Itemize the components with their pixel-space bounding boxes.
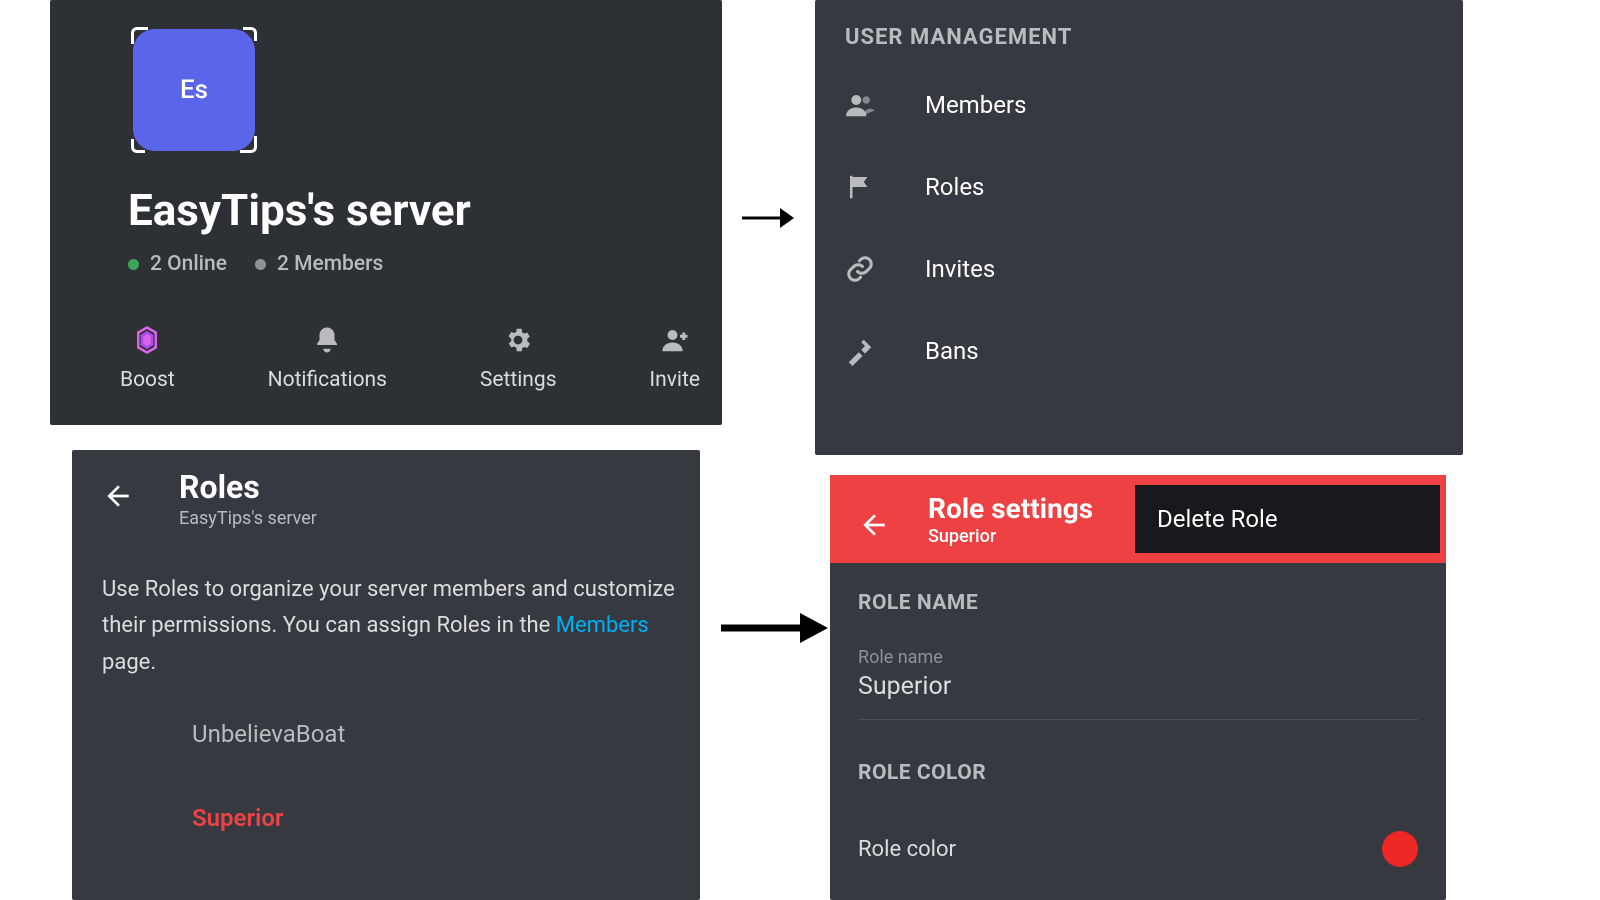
role-name-input[interactable]: Superior xyxy=(858,672,1418,701)
invite-icon xyxy=(660,325,690,355)
server-action-row: Boost Notifications Settings Invite xyxy=(120,325,700,392)
roles-description: Use Roles to organize your server member… xyxy=(102,572,682,681)
server-status-row: 2 Online 2 Members xyxy=(128,252,383,276)
link-icon xyxy=(845,254,875,284)
settings-button[interactable]: Settings xyxy=(480,325,557,392)
role-item-superior[interactable]: Superior xyxy=(192,804,345,832)
online-status: 2 Online xyxy=(128,252,227,276)
invite-label: Invite xyxy=(649,368,700,392)
gear-icon xyxy=(503,325,533,355)
boost-button[interactable]: Boost xyxy=(120,325,175,392)
back-arrow-icon[interactable] xyxy=(858,509,890,541)
roles-item-label: Roles xyxy=(925,173,984,201)
members-item-label: Members xyxy=(925,91,1026,119)
role-color-label: Role color xyxy=(858,837,956,862)
user-management-panel: USER MANAGEMENT Members Roles Invites Ba… xyxy=(815,0,1463,455)
role-name-section-label: ROLE NAME xyxy=(858,591,1418,615)
divider xyxy=(858,719,1418,720)
invites-item-label: Invites xyxy=(925,255,995,283)
server-icon[interactable]: Es xyxy=(133,29,255,151)
boost-label: Boost xyxy=(120,368,175,392)
bell-icon xyxy=(312,325,342,355)
role-color-section-label: ROLE COLOR xyxy=(858,761,1418,785)
role-settings-header: Role settings Superior Delete Role xyxy=(830,475,1446,563)
role-list: UnbelievaBoat Superior xyxy=(192,720,345,832)
back-arrow-icon[interactable] xyxy=(102,480,134,512)
grey-dot-icon xyxy=(255,259,266,270)
delete-role-button[interactable]: Delete Role xyxy=(1135,485,1440,553)
members-status: 2 Members xyxy=(255,252,383,276)
members-count: 2 Members xyxy=(277,252,383,276)
user-management-list: Members Roles Invites Bans xyxy=(845,90,1026,366)
role-color-swatch[interactable] xyxy=(1382,831,1418,867)
roles-desc-suffix: page. xyxy=(102,650,156,675)
roles-header: Roles EasyTips's server xyxy=(102,468,317,529)
role-settings-title: Role settings xyxy=(928,492,1093,525)
notifications-button[interactable]: Notifications xyxy=(268,325,387,392)
roles-item[interactable]: Roles xyxy=(845,172,1026,202)
role-color-section: ROLE COLOR Role color xyxy=(858,761,1418,867)
role-name-section: ROLE NAME Role name Superior xyxy=(858,591,1418,720)
tutorial-arrow-icon xyxy=(718,610,828,646)
server-icon-initials: Es xyxy=(180,75,208,105)
members-icon xyxy=(845,90,875,120)
user-management-heading: USER MANAGEMENT xyxy=(845,25,1072,50)
boost-icon xyxy=(132,325,162,355)
bans-item-label: Bans xyxy=(925,337,979,365)
role-name-small-label: Role name xyxy=(858,647,1418,668)
invite-button[interactable]: Invite xyxy=(649,325,700,392)
roles-subtitle: EasyTips's server xyxy=(179,508,317,529)
members-link[interactable]: Members xyxy=(556,613,649,638)
online-dot-icon xyxy=(128,259,139,270)
hammer-icon xyxy=(845,336,875,366)
role-settings-panel: Role settings Superior Delete Role ROLE … xyxy=(830,475,1446,900)
tutorial-arrow-icon xyxy=(740,204,795,232)
flag-icon xyxy=(845,172,875,202)
server-profile-panel: Es EasyTips's server 2 Online 2 Members … xyxy=(50,0,722,425)
role-item-unbelievaboat[interactable]: UnbelievaBoat xyxy=(192,720,345,748)
settings-label: Settings xyxy=(480,368,557,392)
online-count: 2 Online xyxy=(150,252,227,276)
members-item[interactable]: Members xyxy=(845,90,1026,120)
notifications-label: Notifications xyxy=(268,368,387,392)
delete-role-label: Delete Role xyxy=(1157,505,1278,533)
role-settings-subtitle: Superior xyxy=(928,526,1093,547)
bans-item[interactable]: Bans xyxy=(845,336,1026,366)
server-name: EasyTips's server xyxy=(128,184,471,236)
roles-title: Roles xyxy=(179,468,317,506)
roles-screen-panel: Roles EasyTips's server Use Roles to org… xyxy=(72,450,700,900)
invites-item[interactable]: Invites xyxy=(845,254,1026,284)
